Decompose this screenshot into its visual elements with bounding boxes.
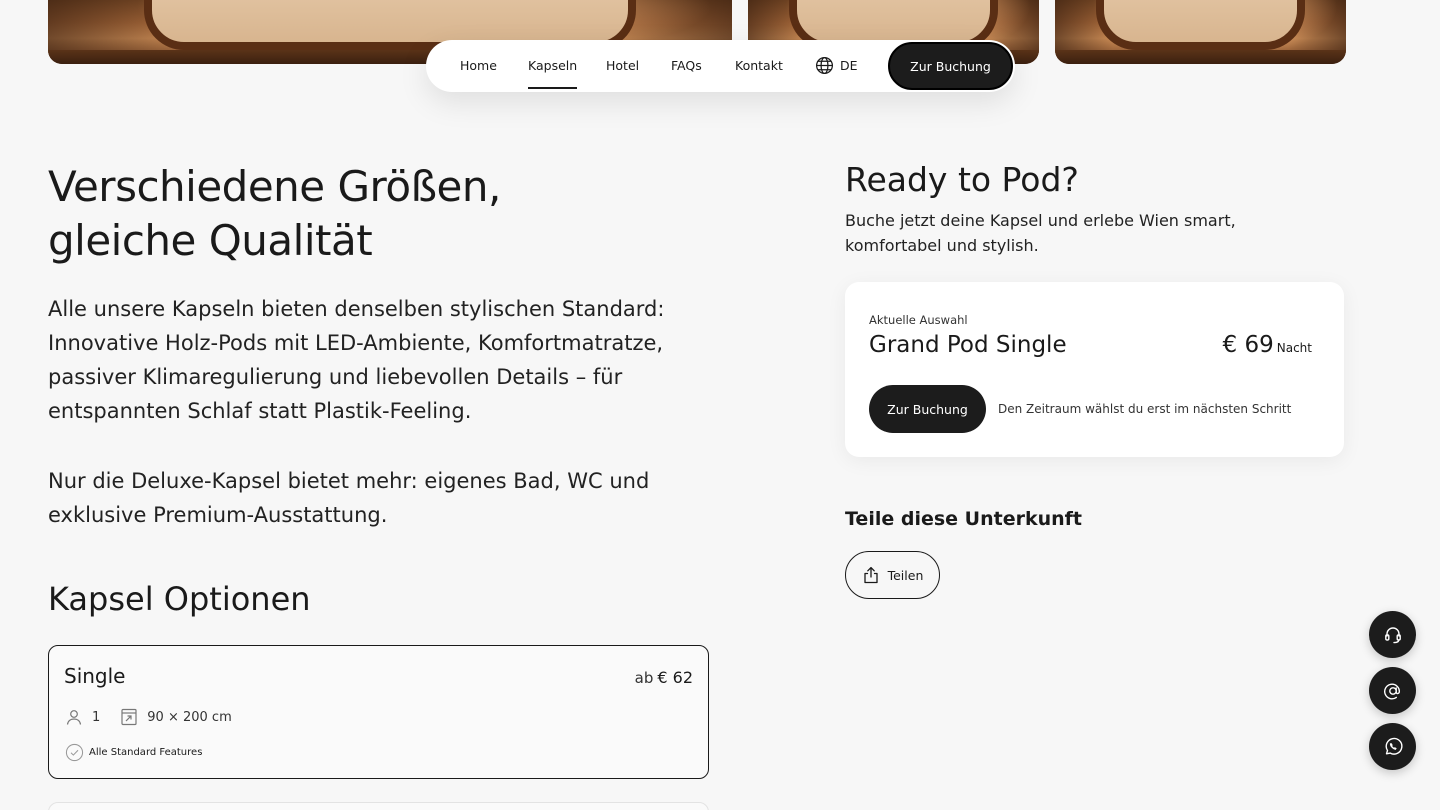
heading-line-2: gleiche Qualität bbox=[48, 216, 373, 265]
person-icon bbox=[66, 710, 82, 725]
share-title: Teile diese Unterkunft bbox=[845, 508, 1082, 530]
nav-item-kapseln[interactable]: Kapseln bbox=[528, 40, 578, 92]
heading-line-1: Verschiedene Größen, bbox=[48, 162, 501, 211]
price-value: € 62 bbox=[657, 668, 693, 687]
check-circle-icon bbox=[65, 743, 84, 762]
booking-subtitle: Buche jetzt deine Kapsel und erlebe Wien… bbox=[845, 211, 1236, 255]
capsule-option-single[interactable]: Single ab € 62 1 90 × 200 cm Alle Standar… bbox=[48, 645, 709, 779]
nav-item-home[interactable]: Home bbox=[460, 40, 497, 92]
headset-icon bbox=[1384, 626, 1401, 643]
capsule-option-next[interactable] bbox=[48, 802, 709, 810]
feature-label: Alle Standard Features bbox=[89, 747, 203, 758]
booking-hint: Den Zeitraum wählst du erst im nächsten … bbox=[998, 402, 1292, 416]
gallery-image-3[interactable] bbox=[1055, 0, 1346, 64]
share-button-label: Teilen bbox=[887, 567, 924, 583]
whatsapp-icon bbox=[1385, 737, 1403, 755]
booking-title: Ready to Pod? bbox=[845, 160, 1079, 199]
globe-icon bbox=[815, 56, 834, 75]
booking-button[interactable]: Zur Buchung bbox=[869, 385, 986, 433]
guest-count: 1 bbox=[92, 709, 101, 725]
option-feature: Alle Standard Features bbox=[65, 743, 202, 762]
option-name: Single bbox=[64, 664, 126, 688]
nav-item-kontakt[interactable]: Kontakt bbox=[735, 40, 783, 92]
at-icon bbox=[1383, 683, 1400, 699]
language-label: DE bbox=[840, 58, 858, 73]
option-price: ab € 62 bbox=[635, 668, 693, 687]
price-value: € 69 bbox=[1222, 332, 1274, 358]
page-heading: Verschiedene Größen, gleiche Qualität bbox=[48, 160, 698, 268]
booking-card: Aktuelle Auswahl Grand Pod Single € 69 Na… bbox=[845, 282, 1344, 457]
bed-size-icon bbox=[121, 708, 137, 726]
email-button[interactable] bbox=[1369, 667, 1416, 714]
selection-label: Aktuelle Auswahl bbox=[869, 313, 968, 327]
intro-paragraph-1: Alle unsere Kapseln bieten denselben sty… bbox=[48, 297, 665, 423]
selection-name: Grand Pod Single bbox=[869, 332, 1067, 358]
selection-price: € 69 Nacht bbox=[1223, 332, 1312, 358]
bed-size: 90 × 200 cm bbox=[147, 709, 232, 725]
option-meta: 1 90 × 200 cm bbox=[65, 708, 232, 726]
price-unit: Nacht bbox=[1276, 341, 1312, 355]
nav-item-hotel[interactable]: Hotel bbox=[606, 40, 639, 92]
options-heading: Kapsel Optionen bbox=[48, 580, 311, 618]
price-prefix: ab bbox=[634, 669, 654, 687]
share-button[interactable]: Teilen bbox=[845, 551, 940, 599]
nav-item-faqs[interactable]: FAQs bbox=[671, 40, 702, 92]
support-button[interactable] bbox=[1369, 611, 1416, 658]
whatsapp-button[interactable] bbox=[1369, 723, 1416, 770]
intro-paragraph-2: Nur die Deluxe-Kapsel bietet mehr: eigen… bbox=[48, 469, 650, 527]
nav-booking-button[interactable]: Zur Buchung bbox=[888, 42, 1013, 90]
main-nav: Home Kapseln Hotel FAQs Kontakt DE Zur B… bbox=[426, 40, 1015, 92]
language-switcher[interactable]: DE bbox=[815, 56, 858, 75]
share-icon bbox=[863, 566, 878, 584]
